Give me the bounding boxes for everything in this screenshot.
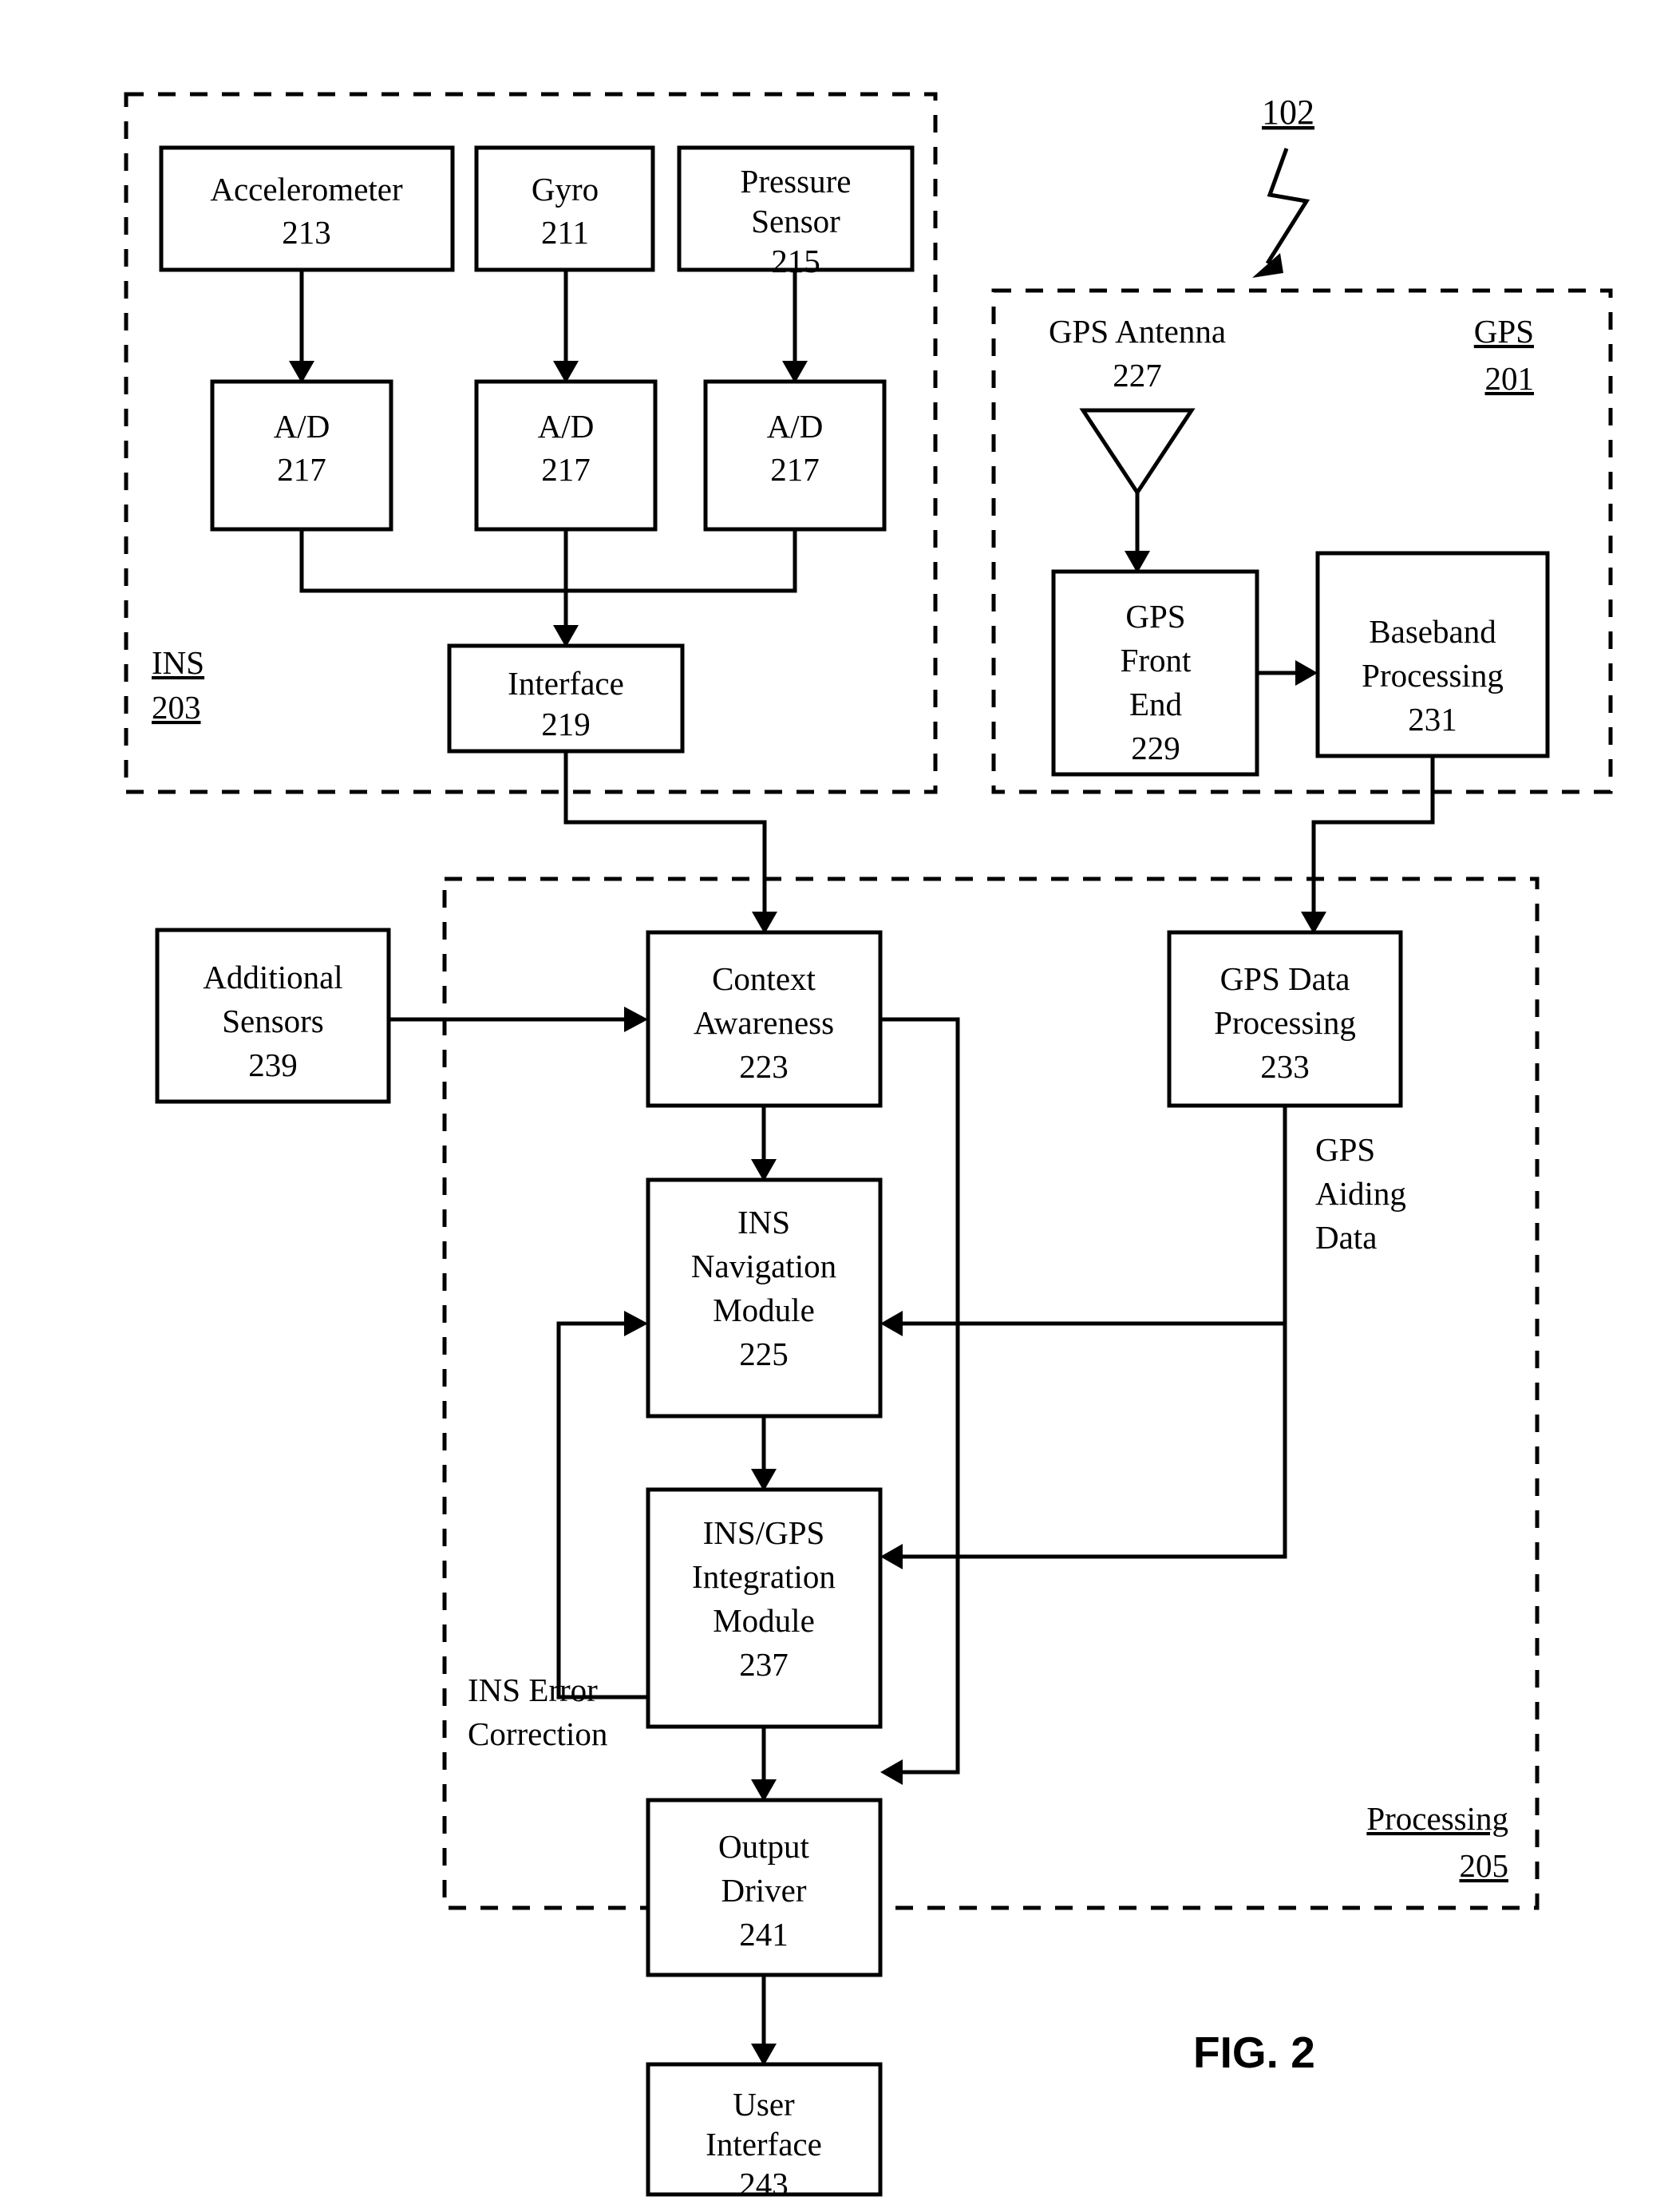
section-tag-processing-numeral: 205 — [1460, 1847, 1509, 1884]
block-ad-2-numeral: 217 — [541, 451, 591, 488]
patent-figure-2: 102 Accelerometer 213 Gyro 211 Pressure … — [0, 0, 1680, 2212]
block-interface-line-0: Interface — [508, 665, 624, 702]
block-ins-nav-line-2: Module — [713, 1292, 815, 1328]
wire-ad-bus — [299, 529, 797, 593]
block-additional-sensors-numeral: 239 — [248, 1047, 298, 1083]
gps-antenna-icon — [1079, 408, 1196, 497]
block-accelerometer[interactable] — [159, 145, 455, 272]
block-gyro-numeral: 211 — [541, 214, 589, 251]
block-ins-nav-line-1: Navigation — [691, 1248, 836, 1284]
label-gps-antenna-name: GPS Antenna — [1049, 313, 1226, 350]
block-user-interface-line-1: Interface — [706, 2126, 822, 2163]
block-ad-1-numeral: 217 — [277, 451, 326, 488]
arrow-gps-aiding-to-ins-nav — [880, 1311, 903, 1336]
arrow-context-to-output-driver — [880, 1759, 903, 1785]
wire-interface-to-context-awareness — [563, 751, 767, 914]
section-tag-processing-name: Processing — [1366, 1800, 1508, 1837]
block-ad-2-line-0: A/D — [538, 408, 595, 445]
block-baseband-numeral: 231 — [1408, 701, 1457, 738]
wire-context-to-output-driver — [880, 1017, 960, 1775]
block-interface-numeral: 219 — [541, 706, 591, 742]
block-output-driver-line-0: Output — [718, 1828, 810, 1865]
block-ad-3-line-0: A/D — [767, 408, 824, 445]
block-baseband-line-0: Baseband — [1369, 613, 1496, 650]
block-ins-nav-line-0: INS — [737, 1204, 790, 1241]
arrow-ins-error-correction-feedback — [624, 1311, 648, 1336]
lead-line-102 — [1265, 148, 1310, 265]
block-accelerometer-numeral: 213 — [282, 214, 331, 251]
block-integration-numeral: 237 — [739, 1646, 789, 1683]
label-gps-aiding-line-1: Aiding — [1315, 1175, 1406, 1212]
block-accelerometer-line-0: Accelerometer — [210, 171, 403, 208]
block-integration-line-0: INS/GPS — [703, 1514, 825, 1551]
label-ins-error-correction-line-0: INS Error — [468, 1672, 598, 1708]
label-gps-aiding-line-2: Data — [1315, 1219, 1377, 1256]
label-ins-error-correction-line-1: Correction — [468, 1715, 607, 1752]
block-additional-sensors-line-0: Additional — [203, 959, 342, 995]
section-tag-ins-name: INS — [152, 644, 204, 681]
block-additional-sensors-line-1: Sensors — [222, 1003, 324, 1039]
reference-numeral-102: 102 — [1262, 93, 1314, 132]
block-gps-front-end-line-2: End — [1129, 686, 1182, 722]
figure-caption: FIG. 2 — [1193, 2028, 1315, 2077]
block-gps-front-end-numeral: 229 — [1131, 730, 1180, 766]
block-gps-front-end-line-1: Front — [1121, 642, 1192, 679]
arrow-front-end-to-baseband — [1295, 660, 1318, 686]
wire-ins-error-correction-feedback — [556, 1321, 648, 1700]
block-ad-1-line-0: A/D — [274, 408, 330, 445]
block-gps-data-processing-line-1: Processing — [1214, 1004, 1356, 1041]
block-integration-line-2: Module — [713, 1602, 815, 1639]
block-pressure-sensor-line-1: Sensor — [751, 203, 840, 239]
block-diagram-canvas: 102 Accelerometer 213 Gyro 211 Pressure … — [124, 92, 1613, 2202]
block-gps-data-processing-numeral: 233 — [1260, 1048, 1310, 1085]
block-output-driver-numeral: 241 — [739, 1916, 789, 1953]
block-context-awareness-line-1: Awareness — [694, 1004, 834, 1041]
block-context-awareness-line-0: Context — [712, 960, 816, 997]
block-pressure-sensor-line-0: Pressure — [741, 163, 852, 200]
block-integration-line-1: Integration — [692, 1558, 836, 1595]
block-user-interface-line-0: User — [733, 2086, 795, 2123]
section-tag-gps-numeral: 201 — [1485, 360, 1535, 397]
block-ins-nav-numeral: 225 — [739, 1336, 789, 1372]
arrow-gps-aiding-to-integration — [880, 1544, 903, 1569]
lead-arrow-102-head — [1252, 253, 1283, 278]
section-tag-gps-name: GPS — [1474, 313, 1534, 350]
block-gps-front-end-line-0: GPS — [1125, 598, 1185, 635]
block-gps-data-processing-line-0: GPS Data — [1220, 960, 1350, 997]
block-ad-3-numeral: 217 — [770, 451, 820, 488]
block-baseband-line-1: Processing — [1362, 657, 1504, 694]
block-gyro[interactable] — [474, 145, 655, 272]
wire-baseband-to-gps-data-processing — [1311, 756, 1435, 914]
section-tag-ins-numeral: 203 — [152, 689, 201, 726]
label-gps-antenna-numeral: 227 — [1113, 357, 1162, 394]
block-gyro-line-0: Gyro — [532, 171, 599, 208]
arrow-additional-sensors-to-context — [624, 1007, 648, 1032]
block-user-interface-numeral: 243 — [739, 2166, 789, 2202]
block-output-driver-line-1: Driver — [721, 1872, 806, 1909]
label-gps-aiding-line-0: GPS — [1315, 1131, 1375, 1168]
block-context-awareness-numeral: 223 — [739, 1048, 789, 1085]
